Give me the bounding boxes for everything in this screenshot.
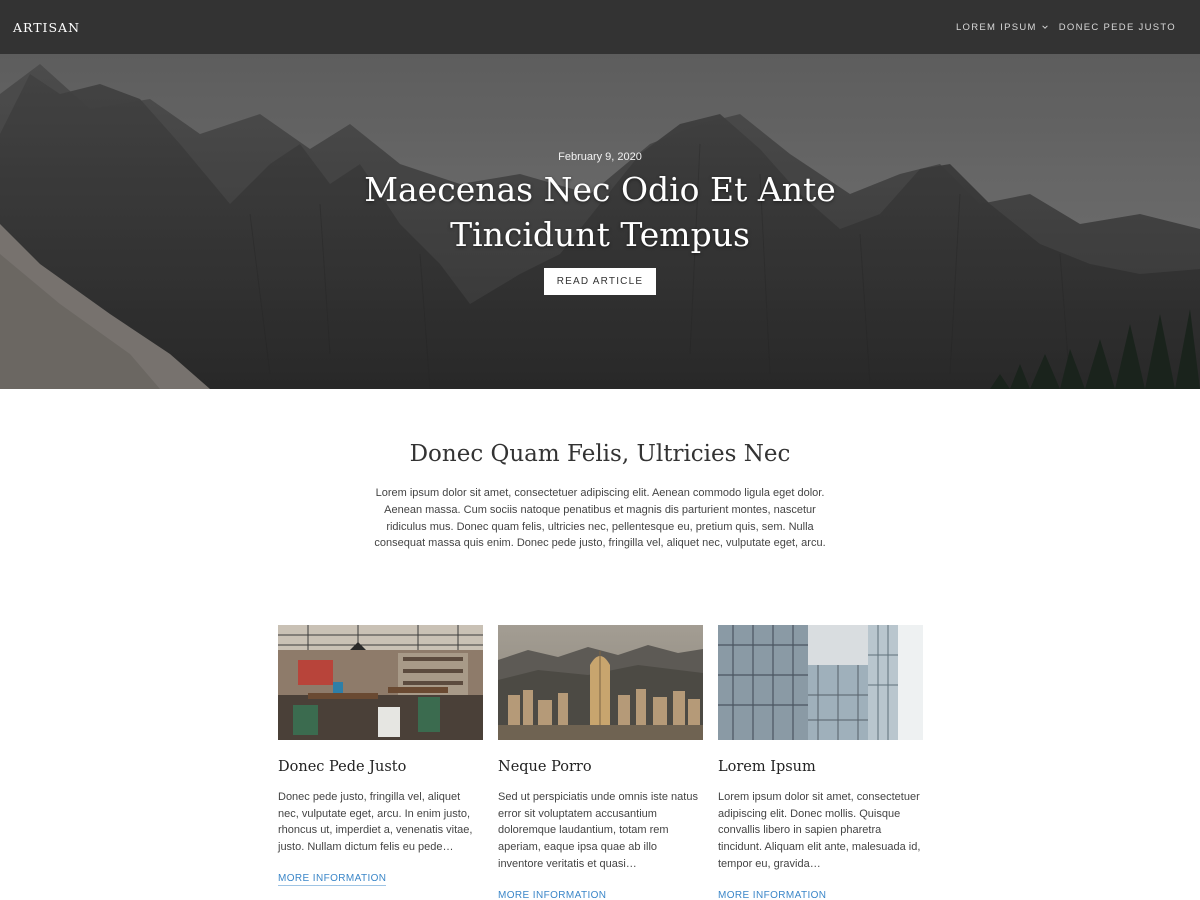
nav-item-label: DONEC PEDE JUSTO: [1058, 21, 1176, 33]
card-neque-porro: Neque Porro Sed ut perspiciatis unde omn…: [498, 625, 703, 900]
card-text: Donec pede justo, fringilla vel, aliquet…: [278, 791, 473, 854]
card-title: Donec Pede Justo: [278, 759, 407, 775]
read-article-button[interactable]: READ ARTICLE: [544, 268, 656, 295]
site-logo[interactable]: ARTISAN: [13, 20, 80, 35]
cafe-interior-image: [278, 625, 483, 740]
card-title: Neque Porro: [498, 759, 592, 775]
hero-title: Maecenas Nec Odio Et Ante Tincidunt Temp…: [364, 170, 836, 254]
nav-item-label: LOREM IPSUM: [955, 21, 1037, 33]
more-information-link[interactable]: MORE INFORMATION: [278, 873, 387, 886]
intro-text: Lorem ipsum dolor sit amet, consectetuer…: [374, 487, 826, 550]
intro-title: Donec Quam Felis, Ultricies Nec: [409, 441, 791, 467]
more-information-link[interactable]: MORE INFORMATION: [718, 890, 826, 900]
card-text: Lorem ipsum dolor sit amet, consectetuer…: [718, 791, 921, 870]
card-lorem-ipsum: Lorem Ipsum Lorem ipsum dolor sit amet, …: [718, 625, 923, 900]
main-nav: LOREM IPSUM DONEC PEDE JUSTO: [956, 22, 1176, 33]
hero-content: February 9, 2020 Maecenas Nec Odio Et An…: [0, 54, 1200, 389]
card-title: Lorem Ipsum: [718, 759, 816, 775]
article-date: February 9, 2020: [558, 151, 642, 163]
nav-item-lorem-ipsum[interactable]: LOREM IPSUM: [956, 22, 1049, 33]
chevron-down-icon: [1042, 25, 1048, 29]
city-skyline-image: [498, 625, 703, 740]
glass-building-image: [718, 625, 923, 740]
card-text: Sed ut perspiciatis unde omnis iste natu…: [498, 791, 698, 870]
more-information-link[interactable]: MORE INFORMATION: [498, 890, 606, 900]
nav-item-donec-pede-justo[interactable]: DONEC PEDE JUSTO: [1059, 22, 1176, 33]
card-donec-pede-justo: Donec Pede Justo Donec pede justo, fring…: [278, 625, 483, 886]
hero-banner: February 9, 2020 Maecenas Nec Odio Et An…: [0, 54, 1200, 389]
site-header: ARTISAN LOREM IPSUM DONEC PEDE JUSTO: [0, 0, 1200, 54]
